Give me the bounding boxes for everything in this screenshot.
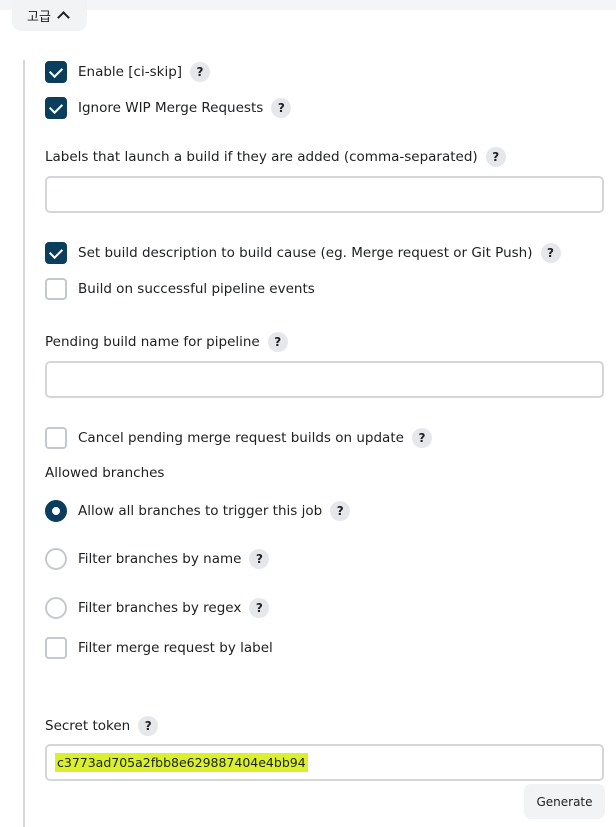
filter-by-label-row: Filter merge request by label [45,637,273,659]
branch-option-all-row: Allow all branches to trigger this job ? [45,500,351,522]
cancel-pending-label: Cancel pending merge request builds on u… [78,430,404,446]
allowed-branches-title-row: Allowed branches [45,465,164,481]
help-icon[interactable]: ? [138,716,159,736]
help-icon[interactable]: ? [249,549,270,569]
secret-token-label-row: Secret token ? [45,716,159,736]
secret-token-value: c3773ad705a2fbb8e629887404e4bb94 [55,753,308,772]
help-icon[interactable]: ? [485,147,506,167]
help-icon[interactable]: ? [267,332,288,352]
filter-by-label-label: Filter merge request by label [78,640,273,656]
allow-all-branches-radio[interactable] [45,500,67,522]
cancel-pending-row: Cancel pending merge request builds on u… [45,427,432,449]
allowed-branches-title: Allowed branches [45,465,165,481]
labels-field-label-row: Labels that launch a build if they are a… [45,147,506,167]
filter-by-regex-label: Filter branches by regex [78,600,242,616]
enable-ci-skip-row: Enable [ci-skip] ? [45,61,211,83]
filter-by-name-label: Filter branches by name [78,551,242,567]
enable-ci-skip-label: Enable [ci-skip] [78,64,183,80]
set-build-description-label: Set build description to build cause (eg… [78,245,533,261]
chevron-up-icon [57,11,70,24]
pending-build-name-input[interactable] [45,361,604,398]
secret-token-input[interactable]: c3773ad705a2fbb8e629887404e4bb94 [45,744,604,781]
ignore-wip-row: Ignore WIP Merge Requests ? [45,97,292,119]
build-on-pipeline-checkbox[interactable] [45,278,67,300]
enable-ci-skip-checkbox[interactable] [45,61,67,83]
advanced-toggle-label: 고급 [27,10,51,25]
labels-input[interactable] [45,176,604,213]
advanced-settings-panel: 고급 Enable [ci-skip] ? Ignore WIP Merge R… [0,0,616,827]
branch-option-regex-row: Filter branches by regex ? [45,597,270,619]
pending-build-name-label: Pending build name for pipeline [45,334,260,350]
set-build-description-checkbox[interactable] [45,242,67,264]
ignore-wip-label: Ignore WIP Merge Requests [78,100,264,116]
top-strip [0,0,616,10]
filter-by-regex-radio[interactable] [45,597,67,619]
generate-button[interactable]: Generate [524,784,605,819]
allow-all-branches-label: Allow all branches to trigger this job [78,503,323,519]
help-icon[interactable]: ? [190,62,211,82]
secret-token-label: Secret token [45,718,131,734]
branch-option-name-row: Filter branches by name ? [45,548,270,570]
cancel-pending-checkbox[interactable] [45,427,67,449]
help-icon[interactable]: ? [330,501,351,521]
section-rail [23,60,25,827]
help-icon[interactable]: ? [411,428,432,448]
set-build-description-row: Set build description to build cause (eg… [45,242,561,264]
help-icon[interactable]: ? [249,598,270,618]
labels-field-label: Labels that launch a build if they are a… [45,149,478,165]
filter-by-label-checkbox[interactable] [45,637,67,659]
build-on-pipeline-label: Build on successful pipeline events [78,281,315,297]
help-icon[interactable]: ? [540,243,561,263]
pending-build-name-label-row: Pending build name for pipeline ? [45,332,288,352]
help-icon[interactable]: ? [271,98,292,118]
build-on-pipeline-row: Build on successful pipeline events [45,278,315,300]
ignore-wip-checkbox[interactable] [45,97,67,119]
advanced-toggle-button[interactable]: 고급 [12,0,87,31]
filter-by-name-radio[interactable] [45,548,67,570]
